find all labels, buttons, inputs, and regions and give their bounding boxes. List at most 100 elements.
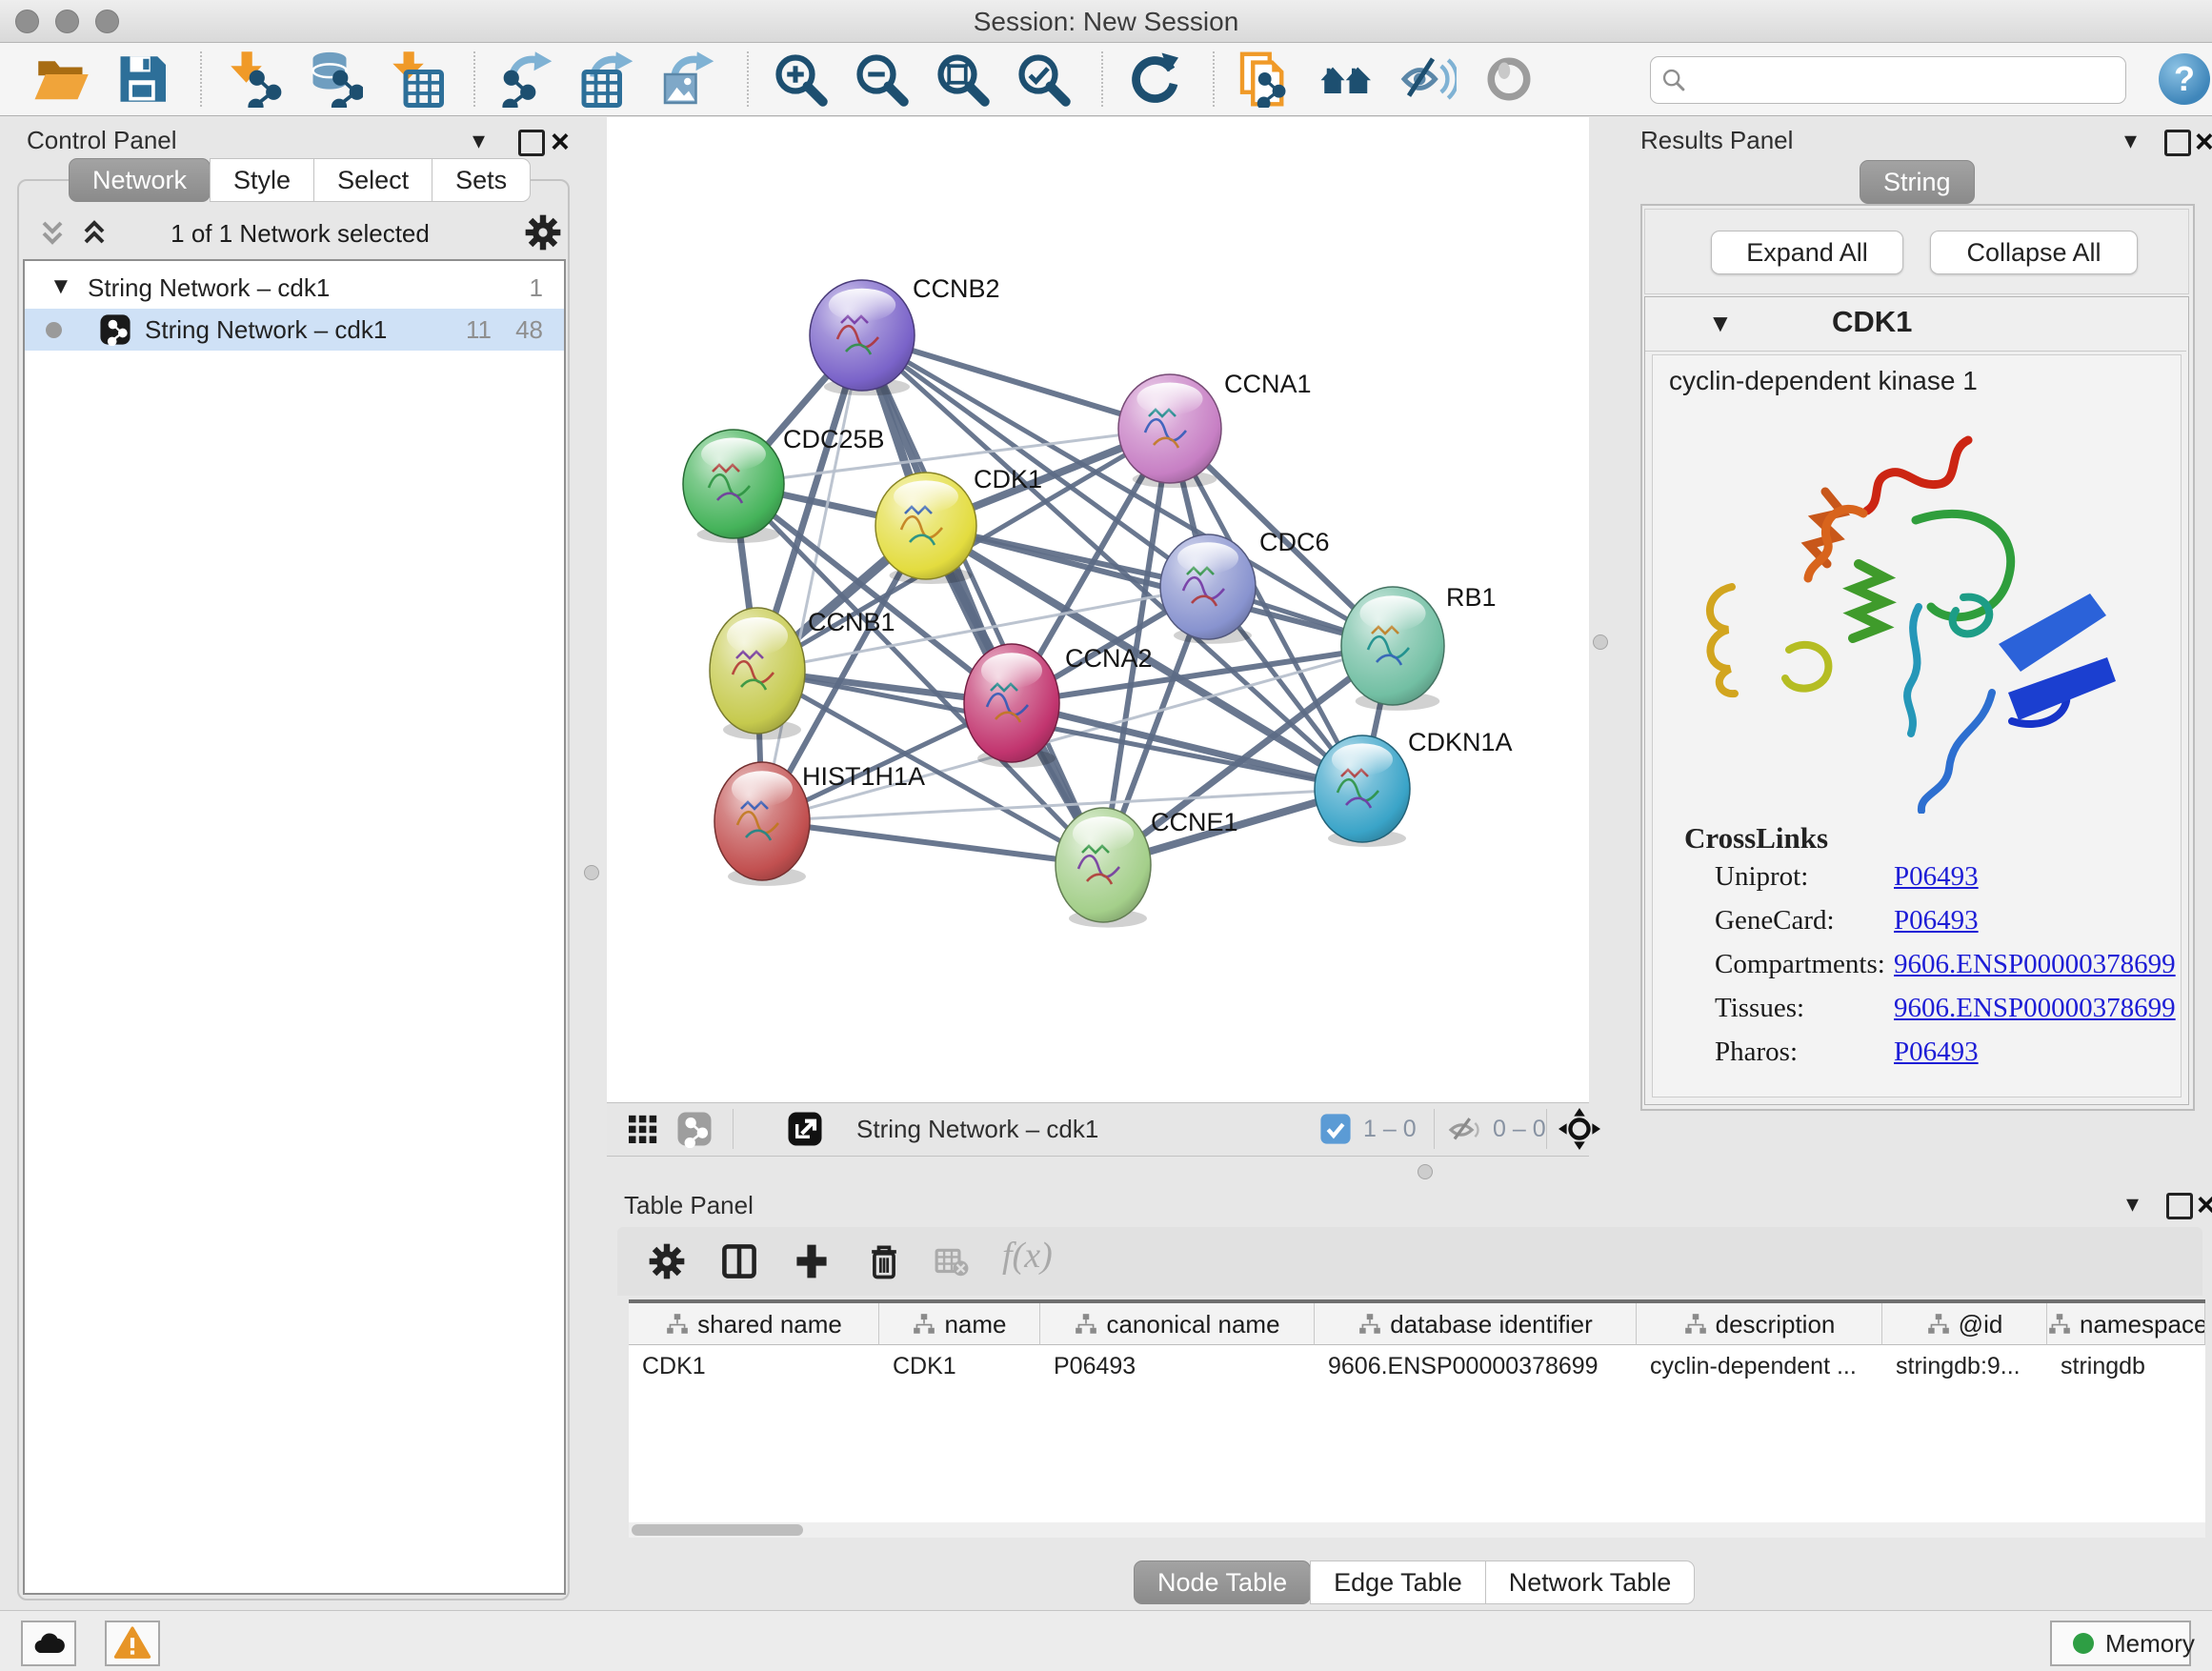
- help-button[interactable]: ?: [2159, 53, 2210, 105]
- crosslink-link[interactable]: 9606.ENSP00000378699: [1894, 949, 2176, 980]
- results-panel-float-icon[interactable]: [2164, 130, 2191, 156]
- import-network-button[interactable]: [225, 50, 282, 108]
- cloud-button[interactable]: [21, 1621, 76, 1666]
- scrollbar-thumb[interactable]: [632, 1524, 803, 1536]
- node-CDKN1A[interactable]: [1315, 735, 1410, 842]
- tab-node-table[interactable]: Node Table: [1134, 1560, 1311, 1604]
- expand-all-icon[interactable]: [78, 217, 111, 250]
- results-panel-menu-icon[interactable]: ▾: [2124, 126, 2137, 155]
- control-panel-close-icon[interactable]: ×: [551, 131, 570, 152]
- table-options-gear-icon[interactable]: [646, 1240, 688, 1282]
- gene-header-row[interactable]: ▼ CDK1: [1645, 297, 2186, 352]
- show-columns-icon[interactable]: [718, 1240, 760, 1282]
- node-CDK1[interactable]: [875, 473, 976, 579]
- fit-selected-crosshair-icon[interactable]: [1558, 1107, 1601, 1151]
- home-button[interactable]: [1318, 50, 1376, 108]
- column-header-canonical-name[interactable]: canonical name: [1040, 1303, 1315, 1345]
- export-image-button[interactable]: [660, 50, 717, 108]
- left-splitter-handle[interactable]: [584, 865, 599, 880]
- crosslink-link[interactable]: P06493: [1894, 905, 1979, 936]
- node-table[interactable]: shared namenamecanonical namedatabase id…: [629, 1299, 2205, 1525]
- node-RB1[interactable]: [1341, 587, 1444, 705]
- crosslink-link[interactable]: 9606.ENSP00000378699: [1894, 993, 2176, 1024]
- search-box[interactable]: [1650, 56, 2126, 104]
- table-panel-menu-icon[interactable]: ▾: [2126, 1189, 2139, 1218]
- tab-network-table[interactable]: Network Table: [1485, 1560, 1696, 1604]
- node-HIST1H1A[interactable]: [714, 762, 810, 880]
- table-cell[interactable]: P06493: [1040, 1346, 1315, 1386]
- tab-select[interactable]: Select: [313, 158, 432, 202]
- table-cell[interactable]: 9606.ENSP00000378699: [1315, 1346, 1637, 1386]
- tab-sets[interactable]: Sets: [432, 158, 531, 202]
- table-cell[interactable]: CDK1: [629, 1346, 879, 1386]
- table-cell[interactable]: stringdb:9...: [1882, 1346, 2047, 1386]
- table-horizontal-scrollbar[interactable]: [629, 1522, 2205, 1538]
- crosslink-link[interactable]: P06493: [1894, 1037, 1979, 1068]
- control-panel-float-icon[interactable]: [518, 130, 545, 156]
- hidden-eye-icon[interactable]: [1447, 1112, 1483, 1148]
- network-options-gear-icon[interactable]: [522, 211, 564, 253]
- tab-network[interactable]: Network: [69, 158, 211, 202]
- column-header-namespace[interactable]: namespace: [2047, 1303, 2205, 1345]
- column-header--id[interactable]: @id: [1882, 1303, 2047, 1345]
- open-session-button[interactable]: [32, 50, 90, 108]
- string-network-graph[interactable]: CCNB2CCNA1CDC25BCDK1CDC6RB1CCNB1CCNA2CDK…: [607, 117, 1589, 1102]
- memory-button[interactable]: Memory: [2050, 1621, 2191, 1666]
- detach-view-icon[interactable]: [786, 1110, 824, 1148]
- zoom-fit-button[interactable]: [934, 50, 991, 108]
- edge-HIST1H1A-CCNE1[interactable]: [762, 821, 1103, 865]
- export-network-button[interactable]: [498, 50, 555, 108]
- clone-network-button[interactable]: [1237, 50, 1295, 108]
- birdseye-grid-icon[interactable]: [624, 1110, 662, 1148]
- tab-string[interactable]: String: [1860, 160, 1975, 204]
- crosslink-link[interactable]: P06493: [1894, 861, 1979, 893]
- results-panel-close-icon[interactable]: ×: [2195, 131, 2212, 152]
- network-thumbnail-icon[interactable]: [675, 1110, 714, 1148]
- collection-expand-triangle[interactable]: ▼: [50, 273, 72, 300]
- warning-button[interactable]: [105, 1621, 160, 1666]
- column-header-shared-name[interactable]: shared name: [629, 1303, 879, 1345]
- tab-edge-table[interactable]: Edge Table: [1310, 1560, 1486, 1604]
- table-panel-close-icon[interactable]: ×: [2197, 1195, 2212, 1216]
- zoom-selected-button[interactable]: [1015, 50, 1072, 108]
- eye-button[interactable]: [1480, 50, 1538, 108]
- column-header-description[interactable]: description: [1637, 1303, 1882, 1345]
- import-table-button[interactable]: [387, 50, 444, 108]
- zoom-in-button[interactable]: [772, 50, 829, 108]
- node-CCNA2[interactable]: [964, 644, 1059, 762]
- table-cell[interactable]: cyclin-dependent ...: [1637, 1346, 1882, 1386]
- tab-style[interactable]: Style: [210, 158, 314, 202]
- right-splitter-handle[interactable]: [1593, 634, 1608, 650]
- gene-expand-triangle[interactable]: ▼: [1708, 309, 1733, 338]
- horizontal-splitter-handle[interactable]: [1418, 1164, 1433, 1179]
- node-CCNB2[interactable]: [810, 280, 915, 391]
- control-panel-menu-icon[interactable]: ▾: [473, 126, 485, 155]
- selected-nodes-checkbox[interactable]: [1319, 1113, 1352, 1145]
- collapse-all-icon[interactable]: [36, 217, 69, 250]
- column-header-name[interactable]: name: [879, 1303, 1040, 1345]
- edge-CCNB2-HIST1H1A[interactable]: [762, 335, 862, 821]
- expand-all-button[interactable]: Expand All: [1711, 231, 1903, 274]
- table-panel-float-icon[interactable]: [2166, 1193, 2193, 1219]
- collapse-all-button[interactable]: Collapse All: [1930, 231, 2138, 274]
- zoom-out-button[interactable]: [853, 50, 910, 108]
- import-network-from-database-button[interactable]: [306, 50, 363, 108]
- save-session-button[interactable]: [113, 50, 171, 108]
- table-cell[interactable]: CDK1: [879, 1346, 1040, 1386]
- export-table-button[interactable]: [579, 50, 636, 108]
- network-collection-row[interactable]: ▼ String Network – cdk1 1: [25, 267, 564, 309]
- add-column-icon[interactable]: [791, 1240, 833, 1282]
- network-row-selected[interactable]: String Network – cdk1 11 48: [25, 309, 564, 351]
- refresh-button[interactable]: [1126, 50, 1183, 108]
- node-CCNE1[interactable]: [1056, 808, 1151, 922]
- delete-column-icon[interactable]: [863, 1240, 905, 1282]
- show-hide-panel-button[interactable]: [1399, 50, 1457, 108]
- node-CCNA1[interactable]: [1118, 374, 1221, 483]
- node-CDC6[interactable]: [1160, 534, 1256, 639]
- node-CDC25B[interactable]: [683, 430, 784, 538]
- column-header-database-identifier[interactable]: database identifier: [1315, 1303, 1637, 1345]
- table-cell[interactable]: stringdb: [2047, 1346, 2205, 1386]
- search-input[interactable]: [1695, 61, 2118, 99]
- network-canvas[interactable]: CCNB2CCNA1CDC25BCDK1CDC6RB1CCNB1CCNA2CDK…: [607, 117, 1589, 1102]
- node-CCNB1[interactable]: [710, 608, 805, 734]
